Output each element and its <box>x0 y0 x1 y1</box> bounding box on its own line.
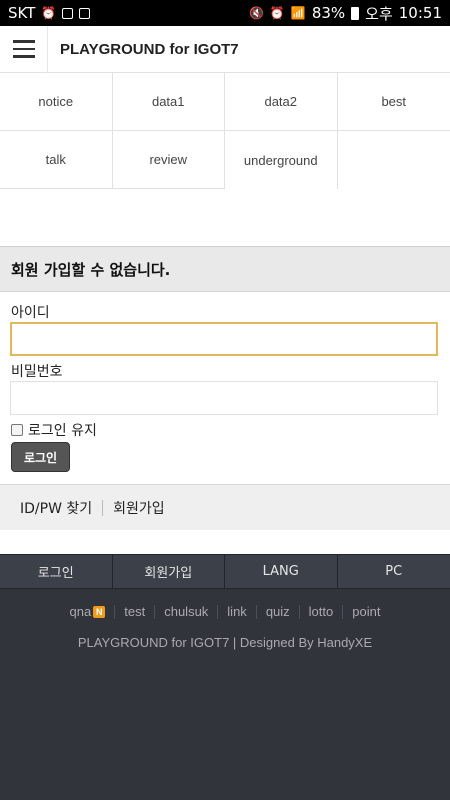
footer-link-link[interactable]: link <box>218 605 257 619</box>
footer-link-quiz[interactable]: quiz <box>257 605 300 619</box>
keep-login[interactable]: 로그인 유지 <box>11 420 97 440</box>
footer-link-test[interactable]: test <box>115 605 156 619</box>
copyright: PLAYGROUND for IGOT7 | Designed By Handy… <box>77 635 373 650</box>
time-ampm: 오후 <box>365 4 393 23</box>
time-label: 10:51 <box>398 4 442 22</box>
footer-links: qna N test chulsuk link quiz lotto point <box>0 605 450 619</box>
category-grid: notice data1 data2 best talk review unde… <box>0 73 450 189</box>
keep-login-label: 로그인 유지 <box>28 423 97 439</box>
category-notice[interactable]: notice <box>0 73 113 131</box>
alarm-icon: ⏰ <box>269 6 285 20</box>
login-heading: 회원 가입할 수 없습니다. <box>0 246 450 292</box>
password-label: 비밀번호 <box>11 364 63 380</box>
bottom-nav: 로그인 회원가입 LANG PC <box>0 554 450 589</box>
mute-icon: 🔇 <box>248 6 264 20</box>
battery-icon <box>351 6 360 20</box>
gallery-icon <box>62 7 74 19</box>
id-input[interactable] <box>10 322 438 356</box>
keep-login-checkbox[interactable] <box>11 424 23 436</box>
account-links: ID/PW 찾기 회원가입 <box>0 484 450 530</box>
footer: qna N test chulsuk link quiz lotto point … <box>0 589 450 800</box>
menu-icon[interactable] <box>0 25 48 73</box>
footer-link-qna-label: qna <box>69 604 92 619</box>
status-bar: SKT ⏰ 🔇 ⏰ 📶 83% 오후 10:51 <box>0 0 450 26</box>
category-best[interactable]: best <box>337 73 450 131</box>
id-label: 아이디 <box>11 305 50 321</box>
category-row: notice data1 data2 best <box>0 73 450 131</box>
footer-link-chulsuk[interactable]: chulsuk <box>155 605 219 619</box>
alarm-icon: ⏰ <box>41 6 57 20</box>
divider <box>102 499 104 516</box>
login-button[interactable]: 로그인 <box>11 442 70 472</box>
category-data1[interactable]: data1 <box>112 73 225 131</box>
clipboard-icon <box>79 7 91 19</box>
find-id-pw-link[interactable]: ID/PW 찾기 <box>20 498 92 518</box>
category-underground[interactable]: underground <box>225 131 338 189</box>
new-badge-icon: N <box>93 606 106 618</box>
category-review[interactable]: review <box>112 131 225 189</box>
bottom-nav-login[interactable]: 로그인 <box>0 555 113 588</box>
category-data2[interactable]: data2 <box>225 73 338 131</box>
carrier-label: SKT <box>8 4 36 22</box>
wifi-icon: 📶 <box>290 6 306 20</box>
site-title[interactable]: PLAYGROUND for IGOT7 <box>48 41 239 58</box>
battery-percent: 83% <box>311 4 346 22</box>
footer-link-point[interactable]: point <box>343 605 389 619</box>
bottom-nav-join[interactable]: 회원가입 <box>113 555 225 588</box>
join-link[interactable]: 회원가입 <box>113 498 165 518</box>
footer-link-qna[interactable]: qna N <box>61 605 116 619</box>
footer-link-lotto[interactable]: lotto <box>300 605 344 619</box>
bottom-nav-lang[interactable]: LANG <box>225 555 338 588</box>
password-input[interactable] <box>10 381 438 415</box>
category-talk[interactable]: talk <box>0 131 113 189</box>
category-empty <box>337 131 450 189</box>
category-row: talk review underground <box>0 131 450 189</box>
top-header: PLAYGROUND for IGOT7 <box>0 25 450 73</box>
bottom-nav-pc[interactable]: PC <box>338 555 450 588</box>
